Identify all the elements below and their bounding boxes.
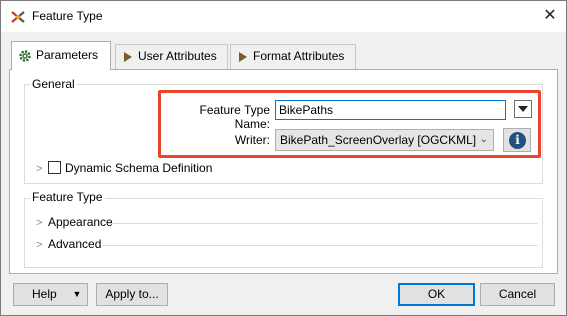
feature-type-group xyxy=(24,198,543,268)
writer-select-value: BikePath_ScreenOverlay [OGCKML] xyxy=(280,133,477,147)
dynamic-schema-checkbox[interactable] xyxy=(48,161,61,174)
triangle-down-icon[interactable]: ▼ xyxy=(67,284,87,305)
tab-user-attributes-label: User Attributes xyxy=(138,49,217,63)
feature-type-dialog: Feature Type ✕ Parameters User Attribute… xyxy=(0,0,567,316)
writer-label: Writer: xyxy=(234,133,270,147)
chevron-right-icon: > xyxy=(36,239,43,251)
advanced-divider xyxy=(102,245,538,246)
chevron-down-icon: ⌄ xyxy=(479,134,488,145)
feature-type-name-label: Feature Type Name: xyxy=(199,103,271,131)
triangle-down-icon xyxy=(518,106,528,112)
parameters-panel: General Feature Type Name: BikePaths Wri… xyxy=(9,69,558,274)
apply-to-button[interactable]: Apply to... xyxy=(96,283,168,306)
arrow-right-icon xyxy=(124,51,132,62)
close-icon[interactable]: ✕ xyxy=(538,5,562,27)
tab-user-attributes[interactable]: User Attributes xyxy=(115,44,228,69)
advanced-label: Advanced xyxy=(48,237,102,251)
tab-format-attributes-label: Format Attributes xyxy=(253,49,345,63)
arrow-right-icon xyxy=(239,51,247,62)
cancel-button[interactable]: Cancel xyxy=(480,283,555,306)
title-bar[interactable]: Feature Type ✕ xyxy=(1,1,566,32)
writer-select[interactable]: BikePath_ScreenOverlay [OGCKML] ⌄ xyxy=(275,129,494,151)
advanced-section[interactable]: > Advanced xyxy=(36,237,101,251)
feature-type-name-input[interactable]: BikePaths xyxy=(275,100,506,120)
info-icon: i xyxy=(509,132,526,149)
chevron-right-icon: > xyxy=(36,217,43,229)
ok-button[interactable]: OK xyxy=(398,283,475,306)
feature-type-name-dropdown[interactable] xyxy=(514,100,532,118)
dynamic-schema-label: Dynamic Schema Definition xyxy=(65,161,213,175)
writer-info-button[interactable]: i xyxy=(503,128,531,152)
gear-icon xyxy=(19,50,31,62)
appearance-label: Appearance xyxy=(48,215,113,229)
general-legend: General xyxy=(30,77,77,91)
help-button[interactable]: Help ▼ xyxy=(13,283,88,306)
tab-format-attributes[interactable]: Format Attributes xyxy=(230,44,356,69)
chevron-right-icon: > xyxy=(36,163,43,175)
feature-type-legend: Feature Type xyxy=(30,190,105,204)
window-title: Feature Type xyxy=(32,9,103,23)
help-button-label: Help xyxy=(32,287,57,301)
tab-parameters[interactable]: Parameters xyxy=(11,41,111,70)
appearance-section[interactable]: > Appearance xyxy=(36,215,113,229)
tab-parameters-label: Parameters xyxy=(36,48,99,62)
fme-app-icon xyxy=(11,11,25,23)
appearance-divider xyxy=(108,223,538,224)
dynamic-schema-row[interactable]: > Dynamic Schema Definition xyxy=(36,161,212,175)
